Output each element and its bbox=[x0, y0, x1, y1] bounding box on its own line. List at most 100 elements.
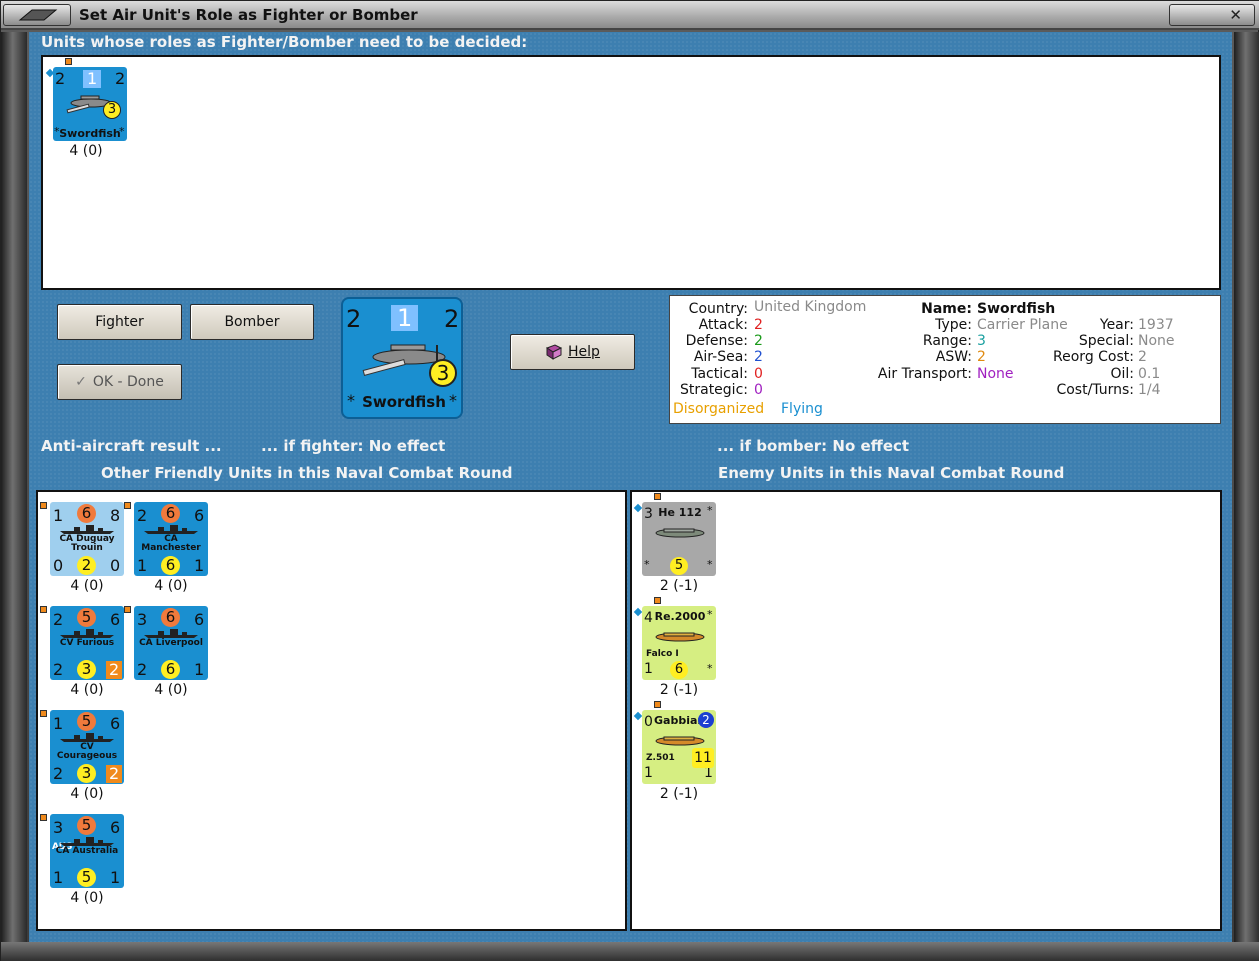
defense-disc: 6 bbox=[161, 660, 180, 679]
type-label: Type: bbox=[935, 317, 972, 333]
counter-value: 2 bbox=[115, 69, 126, 88]
help-button[interactable]: Help bbox=[510, 334, 635, 370]
counter-value: 4 bbox=[644, 610, 653, 626]
close-button[interactable]: ✕ bbox=[1169, 4, 1255, 26]
defense-disc: 5 bbox=[77, 868, 96, 887]
star-icon: * bbox=[644, 558, 650, 571]
counter-value: 2 bbox=[106, 765, 123, 783]
unit-strength: 2 (-1) bbox=[659, 786, 699, 802]
bomber-button[interactable]: Bomber bbox=[190, 304, 314, 340]
counter-value: 0 bbox=[53, 556, 64, 575]
ok-done-button[interactable]: ✓ OK - Done bbox=[57, 364, 182, 400]
unit-name: CA Manchester bbox=[141, 534, 201, 554]
unit-marker-icon bbox=[654, 597, 661, 604]
undecided-units-panel[interactable]: 2 1 2 3 * * Swordfish 4 (0) bbox=[41, 55, 1221, 290]
range-value: 3 bbox=[977, 333, 986, 349]
defense-label: Defense: bbox=[685, 333, 748, 349]
counter-value: 6 bbox=[110, 610, 121, 629]
range-disc: 2 bbox=[698, 712, 714, 728]
star-icon: * bbox=[707, 608, 713, 621]
defense-disc: 3 bbox=[103, 101, 121, 119]
window-title: Set Air Unit's Role as Fighter or Bomber bbox=[79, 6, 418, 24]
defense-disc: 11 bbox=[692, 748, 714, 768]
reorg-label: Reorg Cost: bbox=[1053, 349, 1134, 365]
type-value: Carrier Plane bbox=[977, 317, 1068, 333]
unit-strength: 2 (-1) bbox=[659, 682, 699, 698]
strategic-label: Strategic: bbox=[679, 382, 748, 398]
unit-marker-icon bbox=[633, 503, 643, 513]
counter-value: 1 bbox=[704, 765, 713, 781]
reorg-value: 2 bbox=[1138, 349, 1147, 365]
counter-value: 1 bbox=[137, 556, 148, 575]
dialog-content: Units whose roles as Fighter/Bomber need… bbox=[29, 32, 1232, 942]
cost-label: Cost/Turns: bbox=[1056, 382, 1134, 398]
ship-icon bbox=[60, 733, 114, 742]
counter-value: 1 bbox=[644, 765, 653, 781]
unit-counter: 3 5 6 AUS CA Australia 1 5 1 bbox=[50, 814, 124, 888]
counter-value: 3 bbox=[644, 506, 653, 522]
tactical-label: Tactical: bbox=[691, 366, 748, 382]
year-label: Year: bbox=[1099, 317, 1134, 333]
oil-value: 0.1 bbox=[1138, 366, 1161, 382]
unit-marker-icon bbox=[65, 58, 72, 65]
enemy-units-panel[interactable]: 3 He 112 * * * 5 2 (-1) 4 Re.2000 * Falco I 1 * 6 2 (-… bbox=[630, 490, 1222, 931]
close-icon: ✕ bbox=[1229, 6, 1242, 24]
airsea-value: 2 bbox=[754, 349, 763, 365]
aa-result-heading: Anti-aircraft result ... bbox=[41, 437, 222, 455]
country-value: United Kingdom bbox=[754, 299, 867, 315]
friendly-units-panel[interactable]: 1 6 8 CA Duguay Trouin 0 2 0 4 (0) 2 6 6 CA Manches… bbox=[36, 490, 627, 931]
attack-value: 2 bbox=[754, 317, 763, 333]
unit-strength: 4 (0) bbox=[70, 786, 104, 802]
aircraft-icon bbox=[655, 528, 705, 538]
unit-name: Re.2000 bbox=[654, 610, 706, 623]
ok-done-label: OK - Done bbox=[92, 374, 164, 390]
unit-name: CA Liverpool bbox=[139, 638, 203, 648]
defense-disc: 3 bbox=[77, 764, 96, 783]
defense-disc: 2 bbox=[77, 556, 96, 575]
bottom-border bbox=[1, 942, 1259, 961]
asw-label: ASW: bbox=[935, 349, 972, 365]
cost-value: 1/4 bbox=[1138, 382, 1161, 398]
attack-disc: 6 bbox=[77, 504, 96, 523]
friendly-heading: Other Friendly Units in this Naval Comba… bbox=[101, 464, 513, 482]
counter-value: 2 bbox=[137, 660, 148, 679]
star-icon: * bbox=[707, 558, 713, 571]
status-disorganized: Disorganized bbox=[673, 401, 765, 417]
unit-counter: 1 5 6 CV Courageous 2 3 2 bbox=[50, 710, 124, 784]
star-icon: * bbox=[707, 504, 713, 517]
title-bar[interactable]: Set Air Unit's Role as Fighter or Bomber… bbox=[1, 1, 1259, 30]
unit-marker-icon bbox=[40, 606, 47, 613]
unit-strength: 4 (0) bbox=[70, 578, 104, 594]
airsea-label: Air-Sea: bbox=[693, 349, 748, 365]
ship-icon bbox=[60, 837, 114, 846]
defense-disc: 3 bbox=[77, 660, 96, 679]
attack-disc: 6 bbox=[161, 504, 180, 523]
counter-value: 6 bbox=[110, 818, 121, 837]
star-icon: * bbox=[707, 662, 713, 675]
unit-name: CA Australia bbox=[55, 846, 119, 856]
unit-subname: Z.501 bbox=[646, 753, 675, 763]
enemy-heading: Enemy Units in this Naval Combat Round bbox=[718, 464, 1065, 482]
fighter-button[interactable]: Fighter bbox=[57, 304, 182, 340]
unit-marker-icon bbox=[633, 711, 643, 721]
unit-counter: 2 1 2 3 * * Swordfish bbox=[53, 67, 127, 141]
special-value: None bbox=[1138, 333, 1175, 349]
unit-counter: 4 Re.2000 * Falco I 1 * 6 bbox=[642, 606, 716, 680]
unit-name: CV Furious bbox=[59, 638, 115, 648]
counter-value: 1 bbox=[53, 506, 64, 525]
counter-value: 2 bbox=[55, 69, 66, 88]
system-menu-button[interactable] bbox=[3, 4, 71, 26]
defense-value: 2 bbox=[754, 333, 763, 349]
unit-strength: 4 (0) bbox=[70, 682, 104, 698]
counter-value: 2 bbox=[106, 661, 123, 679]
unit-marker-icon bbox=[124, 606, 131, 613]
status-flying: Flying bbox=[781, 401, 823, 417]
unit-name: Swordfish bbox=[362, 393, 446, 411]
ship-icon bbox=[144, 629, 198, 638]
unit-counter: 2 5 6 CV Furious 2 3 2 bbox=[50, 606, 124, 680]
aircraft-icon bbox=[655, 632, 705, 642]
counter-value: 3 bbox=[137, 610, 148, 629]
air-transport-value: None bbox=[977, 366, 1014, 382]
name-label: Name: bbox=[921, 301, 972, 317]
counter-value: 6 bbox=[194, 610, 205, 629]
